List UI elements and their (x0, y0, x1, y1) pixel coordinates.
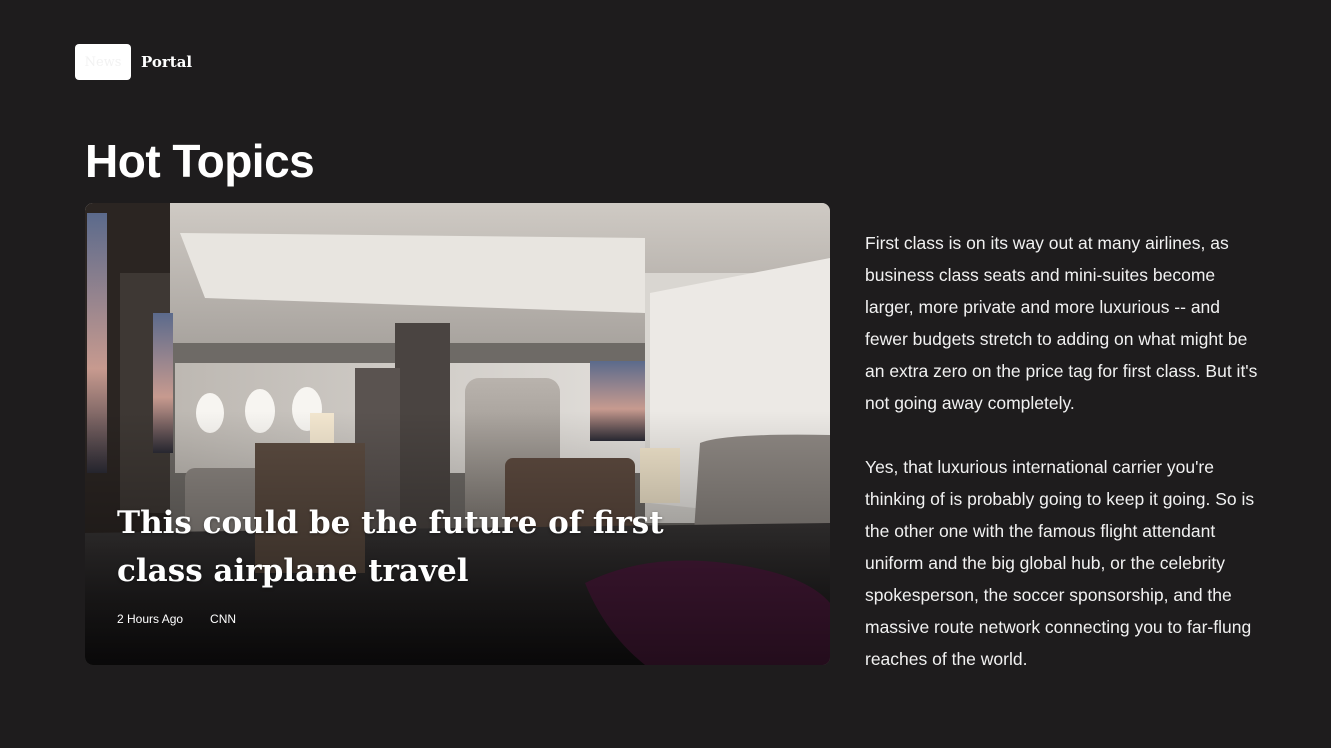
logo-box: News (75, 44, 131, 80)
featured-article-card[interactable]: This could be the future of first class … (85, 203, 830, 665)
logo-text: Portal (141, 53, 193, 71)
logo[interactable]: News Portal (75, 44, 192, 80)
featured-source[interactable]: CNN (210, 612, 236, 626)
featured-time: 2 Hours Ago (117, 612, 184, 626)
article-paragraph: Yes, that luxurious international carrie… (865, 457, 1255, 669)
page: News Portal Hot Topics This could be the… (0, 0, 1331, 748)
article-body: First class is on its way out at many ai… (865, 227, 1265, 675)
image-gradient-overlay (85, 203, 830, 665)
article-paragraph: First class is on its way out at many ai… (865, 233, 1258, 413)
featured-title[interactable]: This could be the future of first class … (117, 499, 697, 595)
featured-meta: 2 Hours Ago CNN (117, 612, 236, 626)
section-title: Hot Topics (85, 135, 315, 187)
